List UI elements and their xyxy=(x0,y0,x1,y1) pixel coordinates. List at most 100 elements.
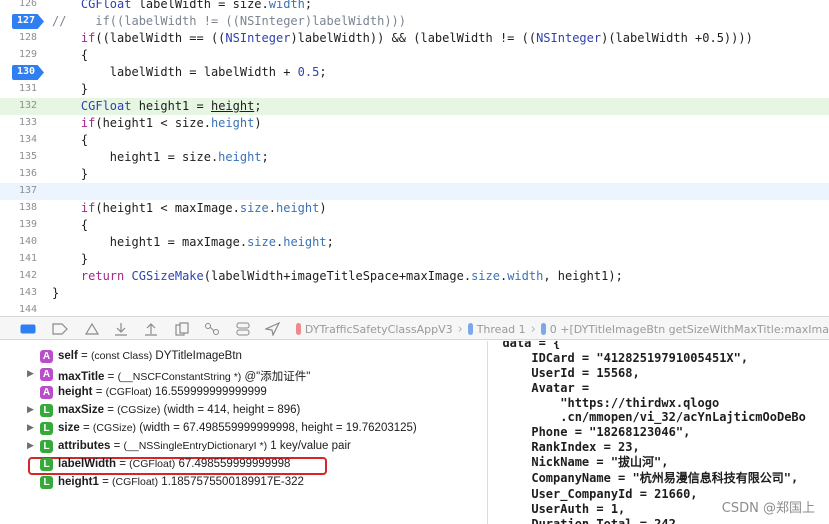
breadcrumb-frame[interactable]: 0 +[DYTitleImageBtn getSizeWithMaxTitle:… xyxy=(550,323,829,336)
breadcrumb-target[interactable]: DYTrafficSafetyClassAppV3 xyxy=(305,323,453,336)
variable-row[interactable]: ▶ Lsize = (CGSize) (width = 67.4985599999… xyxy=(0,420,487,438)
code-token: } xyxy=(52,286,60,300)
code-text[interactable]: if((labelWidth == ((NSInteger)labelWidth… xyxy=(52,30,753,47)
code-text[interactable]: { xyxy=(52,132,88,149)
line-gutter[interactable]: 127 xyxy=(0,13,44,30)
continue-icon[interactable] xyxy=(84,322,100,336)
code-text[interactable]: CGFloat height1 = height; xyxy=(52,98,262,115)
code-line[interactable]: 131 } xyxy=(0,81,829,98)
code-token: ; xyxy=(304,0,313,11)
debug-view-hierarchy-icon[interactable] xyxy=(204,322,220,336)
code-text[interactable]: height1 = maxImage.size.height; xyxy=(52,234,334,251)
argument-badge: A xyxy=(40,386,53,399)
code-token: // if((labelWidth != ((NSInteger)labelWi… xyxy=(52,14,407,28)
console-output[interactable]: data = { IDCard = "41282519791005451X", … xyxy=(488,341,829,524)
code-line[interactable]: 137 xyxy=(0,183,829,200)
breakpoint-icon[interactable]: 130 xyxy=(12,65,44,80)
code-text[interactable]: return CGSizeMake(labelWidth+imageTitleS… xyxy=(52,268,623,285)
code-text[interactable]: CGFloat labelWidth = size.width; xyxy=(52,0,312,13)
variable-row[interactable]: LlabelWidth = (CGFloat) 67.4985599999999… xyxy=(0,456,487,474)
line-gutter[interactable]: 130 xyxy=(0,64,44,81)
step-out-icon[interactable] xyxy=(174,322,190,336)
code-text[interactable]: height1 = size.height; xyxy=(52,149,269,166)
variable-row[interactable]: ▶ AmaxTitle = (__NSCFConstantString *) @"… xyxy=(0,366,487,384)
code-line[interactable]: 144 xyxy=(0,302,829,312)
code-line[interactable]: 136 } xyxy=(0,166,829,183)
code-text[interactable]: { xyxy=(52,47,88,64)
code-text[interactable]: if(height1 < size.height) xyxy=(52,115,262,132)
variable-summary: size = (CGSize) (width = 67.498559999999… xyxy=(58,422,417,434)
variable-row[interactable]: Aheight = (CGFloat) 16.559999999999999 xyxy=(0,384,487,402)
code-line[interactable]: 140 height1 = maxImage.size.height; xyxy=(0,234,829,251)
local-badge: L xyxy=(40,404,53,417)
variable-row[interactable]: ▶ Lattributes = (__NSSingleEntryDictionar… xyxy=(0,438,487,456)
code-text[interactable]: } xyxy=(52,285,59,302)
chevron-right-icon: › xyxy=(530,321,536,337)
code-line[interactable]: 134 { xyxy=(0,132,829,149)
variables-view: Aself = (const Class) DYTitleImageBtn ▶ Am… xyxy=(0,341,487,524)
line-gutter[interactable]: 129 xyxy=(0,47,44,64)
code-text[interactable]: } xyxy=(52,81,88,98)
console-line: Duration_Total = 242 xyxy=(488,517,676,524)
variable-row[interactable]: ▶ LmaxSize = (CGSize) (width = 414, heigh… xyxy=(0,402,487,420)
variable-name: maxTitle xyxy=(58,371,105,383)
variable-name: labelWidth xyxy=(58,458,117,470)
breakpoint-icon[interactable]: 127 xyxy=(12,14,44,29)
step-into-icon[interactable] xyxy=(143,322,159,336)
line-gutter[interactable]: 141 xyxy=(0,251,44,268)
code-line[interactable]: 142 return CGSizeMake(labelWidth+imageTi… xyxy=(0,268,829,285)
code-line[interactable]: 133 if(height1 < size.height) xyxy=(0,115,829,132)
line-gutter[interactable]: 136 xyxy=(0,166,44,183)
code-line[interactable]: 132 CGFloat height1 = height; xyxy=(0,98,829,115)
line-gutter[interactable]: 133 xyxy=(0,115,44,132)
code-line[interactable]: 127 // if((labelWidth != ((NSInteger)labe… xyxy=(0,13,829,30)
code-token: height xyxy=(210,99,255,113)
breakpoints-toggle-icon[interactable] xyxy=(52,322,68,336)
line-gutter[interactable]: 135 xyxy=(0,149,44,166)
code-token: , height1); xyxy=(543,269,623,283)
code-line[interactable]: 141 } xyxy=(0,251,829,268)
code-line[interactable]: 130 labelWidth = labelWidth + 0.5; xyxy=(0,64,829,81)
code-line[interactable]: 126 CGFloat labelWidth = size.width; xyxy=(0,0,829,13)
disclosure-triangle-icon[interactable]: ▶ xyxy=(27,423,34,433)
line-number: 135 xyxy=(18,151,37,162)
disclosure-triangle-icon[interactable]: ▶ xyxy=(27,405,34,415)
line-gutter[interactable]: 131 xyxy=(0,81,44,98)
line-gutter[interactable]: 142 xyxy=(0,268,44,285)
code-line[interactable]: 143} xyxy=(0,285,829,302)
code-text[interactable]: { xyxy=(52,217,88,234)
code-line[interactable]: 128 if((labelWidth == ((NSInteger)labelW… xyxy=(0,30,829,47)
toggle-debug-area-icon[interactable] xyxy=(20,322,36,336)
line-gutter[interactable]: 132 xyxy=(0,98,44,115)
code-text[interactable]: if(height1 < maxImage.size.height) xyxy=(52,200,327,217)
line-gutter[interactable]: 139 xyxy=(0,217,44,234)
line-gutter[interactable]: 134 xyxy=(0,132,44,149)
code-text[interactable]: } xyxy=(52,166,88,183)
breadcrumb-thread[interactable]: Thread 1 xyxy=(477,323,526,336)
simulate-location-icon[interactable] xyxy=(265,322,281,336)
variable-row[interactable]: Lheight1 = (CGFloat) 1.1857575500189917E… xyxy=(0,474,487,492)
code-line[interactable]: 139 { xyxy=(0,217,829,234)
code-text[interactable]: } xyxy=(52,251,88,268)
disclosure-triangle-icon[interactable]: ▶ xyxy=(27,369,34,379)
variable-type: (__NSSingleEntryDictionaryI *) xyxy=(123,440,268,452)
step-over-icon[interactable] xyxy=(113,322,129,336)
code-line[interactable]: 135 height1 = size.height; xyxy=(0,149,829,166)
line-gutter[interactable]: 137 xyxy=(0,183,44,200)
code-line[interactable]: 138 if(height1 < maxImage.size.height) xyxy=(0,200,829,217)
disclosure-triangle-icon[interactable]: ▶ xyxy=(27,441,34,451)
code-text[interactable]: // if((labelWidth != ((NSInteger)labelWi… xyxy=(52,13,406,30)
source-editor[interactable]: 126 CGFloat labelWidth = size.width; 127/… xyxy=(0,0,829,312)
line-gutter[interactable]: 138 xyxy=(0,200,44,217)
memory-graph-icon[interactable] xyxy=(235,322,251,336)
line-gutter[interactable]: 126 xyxy=(0,0,44,13)
code-text[interactable]: labelWidth = labelWidth + 0.5; xyxy=(52,64,327,81)
variable-value: 67.498559999999998 xyxy=(178,458,291,470)
line-gutter[interactable]: 144 xyxy=(0,302,44,312)
line-gutter[interactable]: 143 xyxy=(0,285,44,302)
variable-row[interactable]: Aself = (const Class) DYTitleImageBtn xyxy=(0,348,487,366)
line-gutter[interactable]: 140 xyxy=(0,234,44,251)
line-gutter[interactable]: 128 xyxy=(0,30,44,47)
code-line[interactable]: 129 { xyxy=(0,47,829,64)
